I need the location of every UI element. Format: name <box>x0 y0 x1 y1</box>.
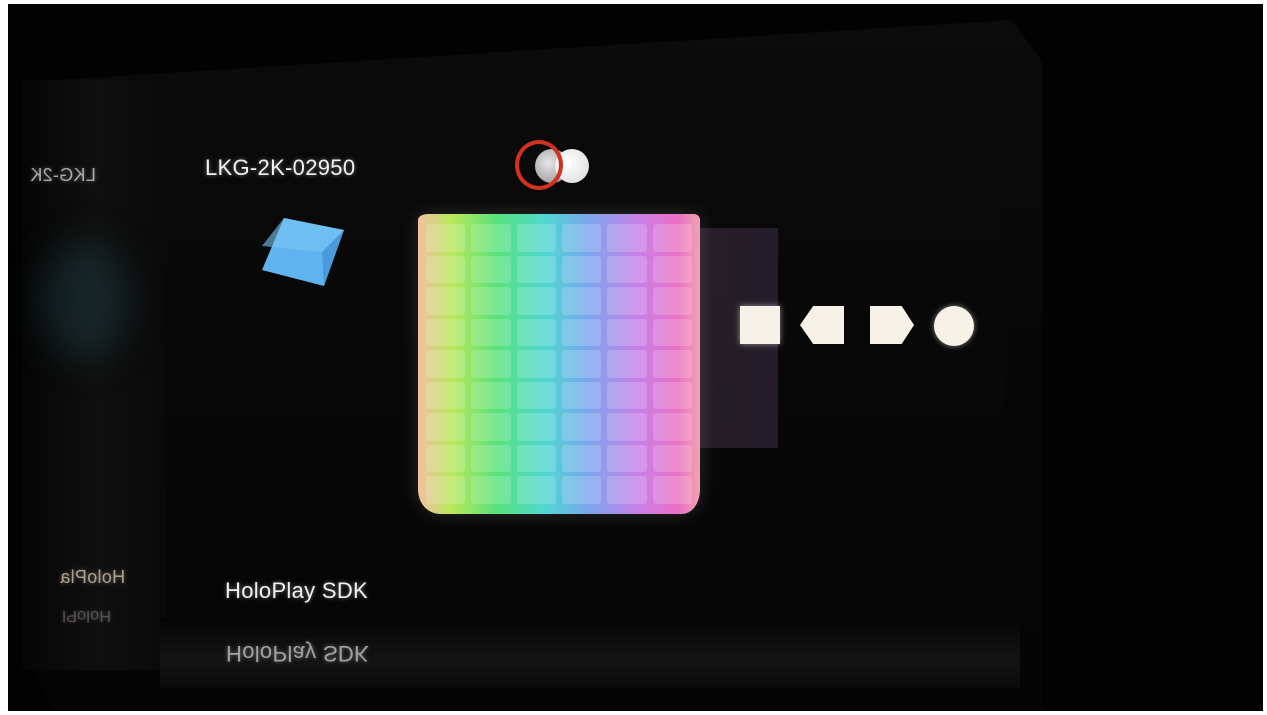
grid-cell <box>561 318 602 347</box>
grid-cell <box>471 287 511 315</box>
grid-cell <box>561 224 602 252</box>
grid-cell <box>652 318 692 347</box>
grid-cell <box>652 444 692 473</box>
holographic-display-photo: LKG-2K LKG-2K-02950 HoloPla HoloPl HoloP… <box>0 0 1267 715</box>
square-shape <box>740 306 780 344</box>
grid-cell <box>561 350 602 378</box>
grid-cell <box>426 224 466 252</box>
grid-cell <box>561 476 602 504</box>
sdk-label-reflection: HoloPlay SDK <box>226 641 369 666</box>
grid-cell <box>516 413 556 441</box>
grid-cell <box>516 255 556 284</box>
grid-cell <box>471 318 511 347</box>
grid-cell <box>426 413 466 441</box>
grid-cell <box>607 224 647 252</box>
grid-cell <box>426 476 466 504</box>
grid-cell <box>607 476 647 504</box>
serial-label: LKG-2K-02950 <box>205 155 356 180</box>
view-toggle-indicator <box>515 140 595 196</box>
grid-cell <box>516 224 556 252</box>
grid-cell <box>652 381 692 410</box>
sdk-label: HoloPlay SDK <box>225 578 368 603</box>
grid-cell <box>607 381 647 410</box>
grid-cell <box>426 381 466 410</box>
grid-cell <box>471 413 511 441</box>
grid-cell <box>426 255 466 284</box>
grid-cell <box>471 444 511 473</box>
grid-cell <box>516 476 556 504</box>
grid-cell <box>607 287 647 315</box>
grid-cell <box>652 287 692 315</box>
color-test-grid <box>418 214 700 514</box>
grid-cell <box>426 350 466 378</box>
shapes-row <box>738 300 1018 350</box>
arrow-left-shape <box>800 306 844 344</box>
highlight-ring <box>515 140 563 190</box>
grid-cell <box>516 444 556 473</box>
grid-cell <box>471 476 511 504</box>
grid-cell <box>516 287 556 315</box>
grid-cell <box>516 350 556 378</box>
grid-cell <box>561 381 602 410</box>
grid-cell <box>652 255 692 284</box>
arrow-right-shape <box>870 306 914 344</box>
grid-cell <box>426 444 466 473</box>
grid-cell <box>561 287 602 315</box>
serial-label-mirrored: LKG-2K <box>30 165 96 185</box>
grid-cell <box>561 444 602 473</box>
grid-cell <box>561 255 602 284</box>
grid-cell <box>652 350 692 378</box>
grid-cell <box>652 476 692 504</box>
grid-cell <box>426 287 466 315</box>
grid-cell <box>471 255 511 284</box>
grid-cell <box>652 224 692 252</box>
grid-cell <box>471 224 511 252</box>
grid-cell <box>607 444 647 473</box>
sdk-label-reflection-left: HoloPl <box>62 607 111 624</box>
grid-cell <box>426 318 466 347</box>
grid-cell <box>561 413 602 441</box>
grid-cell <box>516 381 556 410</box>
grid-cell <box>607 413 647 441</box>
grid-cell <box>652 413 692 441</box>
grid-cell <box>516 318 556 347</box>
side-glow <box>40 240 130 360</box>
sdk-label-mirrored: HoloPla <box>60 567 126 587</box>
grid-cell <box>471 381 511 410</box>
circle-shape <box>934 306 974 346</box>
grid-cell <box>607 350 647 378</box>
cube-icon <box>262 218 344 286</box>
grid-cell <box>607 255 647 284</box>
grid-cell <box>607 318 647 347</box>
grid-cell <box>471 350 511 378</box>
